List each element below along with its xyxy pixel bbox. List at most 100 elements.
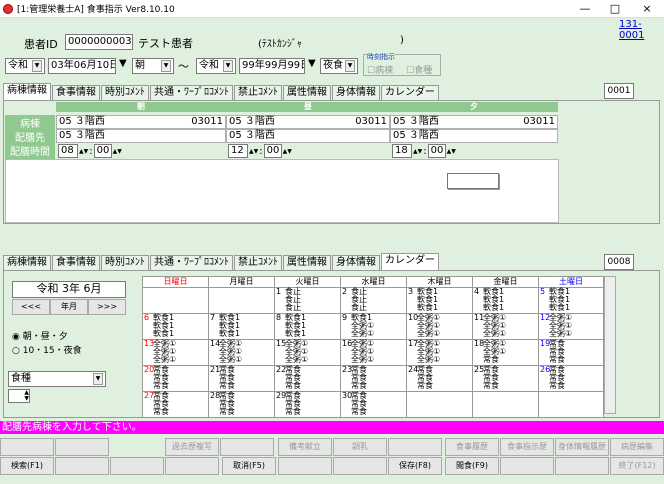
spin-icon[interactable]: ▲▼	[113, 148, 122, 155]
calendar-day-cell[interactable]	[472, 391, 539, 418]
function-button[interactable]: 保存(F8)	[388, 457, 442, 475]
spin-icon[interactable]: ▲▼	[79, 148, 88, 155]
tab-body-info[interactable]: 身体情報	[332, 85, 380, 100]
meal-checkbox[interactable]: ☐食種	[406, 63, 432, 76]
function-button[interactable]	[165, 457, 219, 475]
tab-meal-info-bottom[interactable]: 食事情報	[52, 255, 100, 270]
tab-calendar[interactable]: カレンダー	[381, 85, 439, 100]
function-button[interactable]: 食事履歴	[445, 438, 499, 456]
calendar-day-cell[interactable]: 15 全粥① 全粥① 全粥①	[274, 339, 341, 366]
radio-breakfast-lunch-dinner[interactable]: ◉ 朝・昼・夕	[12, 329, 68, 342]
calendar-day-cell[interactable]: 12 全粥① 全粥① 全粥①	[538, 313, 604, 340]
calendar-day-cell[interactable]: 2 食止 食止 食止	[340, 287, 407, 314]
function-button[interactable]: 検索(F1)	[0, 457, 54, 475]
patient-id-input[interactable]: 000000000303	[65, 34, 133, 50]
function-button[interactable]	[500, 457, 554, 475]
function-button[interactable]	[555, 457, 609, 475]
function-button[interactable]	[110, 457, 164, 475]
ward-checkbox[interactable]: ☐病棟	[367, 63, 393, 76]
function-button[interactable]: 過去歴複写	[165, 438, 219, 456]
function-button[interactable]	[220, 438, 274, 456]
function-button[interactable]	[0, 438, 54, 456]
tab-body-info-bottom[interactable]: 身体情報	[332, 255, 380, 270]
calendar-day-cell[interactable]	[208, 287, 275, 314]
calendar-day-cell[interactable]: 7 軟食1 軟食1 軟食1	[208, 313, 275, 340]
calendar-day-cell[interactable]: 24 常食 常食 常食	[406, 365, 473, 392]
year-month-button[interactable]: 年月	[50, 299, 88, 315]
calendar-day-cell[interactable]: 18 全粥① 全粥① 常食	[472, 339, 539, 366]
food-type-select[interactable]: 食種 ▼	[8, 371, 106, 387]
tab-common-comment[interactable]: 共通・ﾜｰﾌﾟﾛｺﾒﾝﾄ	[150, 85, 233, 100]
calendar-day-cell[interactable]: 21 常食 常食 常食	[208, 365, 275, 392]
calendar-day-cell[interactable]: 11 全粥① 全粥① 全粥①	[472, 313, 539, 340]
spin-icon[interactable]: ▲▼	[413, 148, 422, 155]
calendar-day-cell[interactable]	[538, 391, 604, 418]
calendar-day-cell[interactable]: 23 常食 常食 常食	[340, 365, 407, 392]
calendar-day-cell[interactable]: 8 軟食1 軟食1 軟食1	[274, 313, 341, 340]
date-from-input[interactable]: 03年06月10日	[48, 58, 116, 74]
function-button[interactable]: 病歴編集	[610, 438, 664, 456]
serve-to-noon-cell[interactable]: 05 ３階西	[226, 129, 390, 143]
function-button[interactable]: 取消(F5)	[222, 457, 276, 475]
serve-time-noon-hour[interactable]: 12	[228, 144, 248, 158]
tab-time-comment-bottom[interactable]: 時別ｺﾒﾝﾄ	[101, 255, 149, 270]
food-type-spinner[interactable]: ▲ ▼	[8, 389, 30, 403]
calendar-day-cell[interactable]	[142, 287, 209, 314]
ward-evening-cell[interactable]: 05 ３階西 03011	[390, 115, 558, 129]
tab-attribute-info[interactable]: 属性情報	[283, 85, 331, 100]
ward-noon-cell[interactable]: 05 ３階西 03011	[226, 115, 390, 129]
calendar-day-cell[interactable]: 29 常食 常食 常食	[274, 391, 341, 418]
ward-morning-cell[interactable]: 05 ３階西 03011	[56, 115, 226, 129]
tab-forbidden-comment-bottom[interactable]: 禁止ｺﾒﾝﾄ	[234, 255, 282, 270]
tab-common-comment-bottom[interactable]: 共通・ﾜｰﾌﾟﾛｺﾒﾝﾄ	[150, 255, 233, 270]
close-button[interactable]: ×	[632, 0, 662, 18]
calendar-day-cell[interactable]: 4 軟食1 軟食1 軟食1	[472, 287, 539, 314]
calendar-day-cell[interactable]: 28 常食 常食 常食	[208, 391, 275, 418]
tab-calendar-bottom[interactable]: カレンダー	[381, 253, 439, 270]
calendar-day-cell[interactable]: 5 軟食1 軟食1 軟食1	[538, 287, 604, 314]
calendar-day-cell[interactable]: 10 全粥① 全粥① 全粥①	[406, 313, 473, 340]
date-from-dropdown-icon[interactable]: ▼	[119, 58, 127, 69]
calendar-day-cell[interactable]: 25 常食 常食 常食	[472, 365, 539, 392]
function-button[interactable]: 食事指示歴	[500, 438, 554, 456]
calendar-day-cell[interactable]: 26 常食 常食 常食	[538, 365, 604, 392]
meal-to-select[interactable]: 夜食 ▼	[320, 58, 358, 74]
date-to-dropdown-icon[interactable]: ▼	[308, 58, 316, 69]
serve-time-morning-hour[interactable]: 08	[58, 144, 78, 158]
spin-icon[interactable]: ▲▼	[447, 148, 456, 155]
function-button[interactable]: 備考献立	[278, 438, 332, 456]
serve-time-evening-hour[interactable]: 18	[392, 144, 412, 158]
function-button[interactable]	[388, 438, 442, 456]
calendar-day-cell[interactable]: 30 常食 常食 常食	[340, 391, 407, 418]
function-button[interactable]	[278, 457, 332, 475]
serve-time-noon-minute[interactable]: 00	[263, 144, 282, 158]
function-button[interactable]	[333, 457, 387, 475]
ward-info-small-box[interactable]	[447, 173, 499, 189]
date-to-input[interactable]: 99年99月99日	[239, 58, 305, 74]
calendar-day-cell[interactable]: 3 軟食1 軟食1 軟食1	[406, 287, 473, 314]
function-button[interactable]: 身体情報履歴	[555, 438, 609, 456]
function-button[interactable]: 調乳	[333, 438, 387, 456]
tab-forbidden-comment[interactable]: 禁止ｺﾒﾝﾄ	[234, 85, 282, 100]
calendar-day-cell[interactable]: 14 全粥① 全粥① 全粥①	[208, 339, 275, 366]
calendar-day-cell[interactable]: 20 常食 常食 常食	[142, 365, 209, 392]
function-button[interactable]	[55, 438, 109, 456]
tab-time-comment[interactable]: 時別ｺﾒﾝﾄ	[101, 85, 149, 100]
meal-from-select[interactable]: 朝 ▼	[132, 58, 174, 74]
calendar-day-cell[interactable]: 1 食止 食止 食止	[274, 287, 341, 314]
spin-icon[interactable]: ▲▼	[283, 148, 292, 155]
serve-to-evening-cell[interactable]: 05 ３階西	[390, 129, 558, 143]
tab-ward-info[interactable]: 病棟情報	[3, 83, 51, 100]
tab-meal-info[interactable]: 食事情報	[52, 85, 100, 100]
serve-time-morning-minute[interactable]: 00	[93, 144, 112, 158]
calendar-scrollbar[interactable]	[604, 276, 616, 414]
era-to-select[interactable]: 令和 ▼	[196, 58, 236, 74]
era-from-select[interactable]: 令和 ▼	[5, 58, 45, 74]
calendar-day-cell[interactable]	[406, 391, 473, 418]
next-month-button[interactable]: >>>	[88, 299, 126, 315]
serve-to-morning-cell[interactable]: 05 ３階西	[56, 129, 226, 143]
calendar-day-cell[interactable]: 13 全粥① 全粥① 全粥①	[142, 339, 209, 366]
calendar-day-cell[interactable]: 6 軟食1 軟食1 軟食1	[142, 313, 209, 340]
tab-attribute-info-bottom[interactable]: 属性情報	[283, 255, 331, 270]
maximize-button[interactable]: □	[600, 0, 630, 18]
